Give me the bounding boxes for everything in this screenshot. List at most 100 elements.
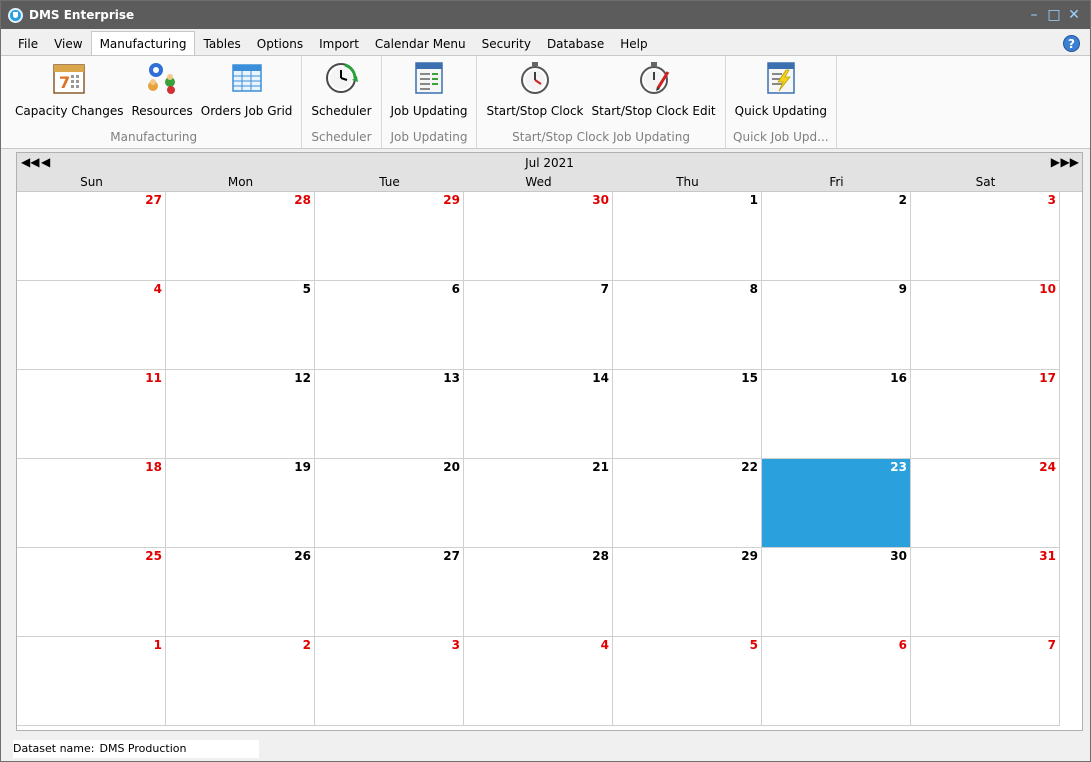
capacity-changes-button[interactable]: 7 Capacity Changes — [11, 56, 127, 130]
help-icon[interactable]: ? — [1063, 35, 1080, 52]
ribbon-group-manufacturing: 7 Capacity Changes Resources Orders Job Gri… — [6, 56, 303, 148]
job-updating-label: Job Updating — [390, 104, 468, 118]
calendar-day[interactable]: 14 — [464, 370, 613, 459]
calendar-day[interactable]: 1 — [613, 192, 762, 281]
day-number: 22 — [741, 460, 758, 474]
day-number: 21 — [592, 460, 609, 474]
calendar-day[interactable]: 3 — [315, 637, 464, 726]
dataset-label: Dataset name: — [13, 742, 95, 755]
document-list-icon — [411, 60, 447, 96]
calendar-day[interactable]: 13 — [315, 370, 464, 459]
job-updating-button[interactable]: Job Updating — [387, 56, 472, 130]
capacity-changes-label: Capacity Changes — [15, 104, 124, 118]
orders-job-grid-button[interactable]: Orders Job Grid — [197, 56, 297, 130]
start-stop-clock-label: Start/Stop Clock — [486, 104, 584, 118]
calendar-day[interactable]: 6 — [315, 281, 464, 370]
calendar-day[interactable]: 16 — [762, 370, 911, 459]
calendar-grid: 27 28 29 30 1 2 3 4 5 6 7 8 9 10 11 12 13 14 15 16 17 18 19 20 2… — [17, 191, 1082, 726]
calendar-day[interactable]: 22 — [613, 459, 762, 548]
calendar-day[interactable]: 12 — [166, 370, 315, 459]
day-number: 30 — [592, 193, 609, 207]
calendar-day[interactable]: 30 — [762, 548, 911, 637]
calendar-day[interactable]: 27 — [315, 548, 464, 637]
ribbon-group-job-updating: Job Updating Job Updating — [382, 56, 478, 148]
calendar-day[interactable]: 31 — [911, 548, 1060, 637]
ribbon-group-scheduler: Scheduler Scheduler — [302, 56, 382, 148]
day-number: 12 — [294, 371, 311, 385]
quick-updating-button[interactable]: Quick Updating — [731, 56, 831, 130]
menu-calendar-menu[interactable]: Calendar Menu — [367, 33, 474, 55]
scheduler-button[interactable]: Scheduler — [307, 56, 375, 130]
calendar-day[interactable]: 24 — [911, 459, 1060, 548]
calendar-day[interactable]: 29 — [315, 192, 464, 281]
calendar-day[interactable]: 15 — [613, 370, 762, 459]
close-icon[interactable]: ✕ — [1064, 5, 1084, 25]
menu-view[interactable]: View — [46, 33, 90, 55]
calendar-day[interactable]: 17 — [911, 370, 1060, 459]
calendar-day[interactable]: 21 — [464, 459, 613, 548]
calendar-day[interactable]: 5 — [613, 637, 762, 726]
ribbon-group-label: Manufacturing — [110, 130, 198, 144]
calendar-day[interactable]: 7 — [911, 637, 1060, 726]
calendar-day[interactable]: 26 — [166, 548, 315, 637]
calendar-day[interactable]: 7 — [464, 281, 613, 370]
day-number: 19 — [294, 460, 311, 474]
calendar-day[interactable]: 6 — [762, 637, 911, 726]
day-number: 23 — [890, 460, 907, 474]
day-number: 1 — [153, 638, 162, 652]
calendar-day[interactable]: 18 — [17, 459, 166, 548]
calendar: ◀◀ ◀ Jul 2021 ▶ ▶▶ Sun Mon Tue Wed Thu Fri Sat… — [16, 152, 1083, 731]
day-header-wed: Wed — [525, 175, 552, 189]
resources-button[interactable]: Resources — [127, 56, 196, 130]
start-stop-clock-edit-button[interactable]: Start/Stop Clock Edit — [588, 56, 720, 130]
calendar-day[interactable]: 28 — [166, 192, 315, 281]
day-number: 18 — [145, 460, 162, 474]
day-number: 4 — [153, 282, 162, 296]
calendar-day[interactable]: 11 — [17, 370, 166, 459]
menu-database[interactable]: Database — [539, 33, 612, 55]
minimize-icon[interactable]: – — [1024, 5, 1044, 25]
calendar-day[interactable]: 3 — [911, 192, 1060, 281]
calendar-day[interactable]: 5 — [166, 281, 315, 370]
calendar-day[interactable]: 1 — [17, 637, 166, 726]
day-number: 1 — [749, 193, 758, 207]
previous-month-icon[interactable]: ◀ — [41, 155, 50, 169]
calendar-day[interactable]: 20 — [315, 459, 464, 548]
menu-manufacturing[interactable]: Manufacturing — [90, 31, 196, 55]
calendar-nav-bar: ◀◀ ◀ Jul 2021 ▶ ▶▶ — [17, 153, 1082, 173]
menu-tables[interactable]: Tables — [195, 33, 248, 55]
calendar-day[interactable]: 29 — [613, 548, 762, 637]
calendar-day[interactable]: 9 — [762, 281, 911, 370]
next-month-icon[interactable]: ▶ — [1051, 155, 1060, 169]
next-year-icon[interactable]: ▶▶ — [1061, 155, 1079, 169]
maximize-icon[interactable]: □ — [1044, 5, 1064, 25]
day-number: 29 — [443, 193, 460, 207]
calendar-day-selected[interactable]: 23 — [762, 459, 911, 548]
ribbon-group-quick-job-upd: Quick Updating Quick Job Upd... — [726, 56, 838, 148]
menu-file[interactable]: File — [10, 33, 46, 55]
day-number: 31 — [1039, 549, 1056, 563]
day-number: 20 — [443, 460, 460, 474]
calendar-day[interactable]: 25 — [17, 548, 166, 637]
calendar-day[interactable]: 2 — [762, 192, 911, 281]
calendar-day[interactable]: 10 — [911, 281, 1060, 370]
calendar-day[interactable]: 19 — [166, 459, 315, 548]
start-stop-clock-button[interactable]: Start/Stop Clock — [482, 56, 587, 130]
day-number: 8 — [749, 282, 758, 296]
calendar-day[interactable]: 2 — [166, 637, 315, 726]
calendar-day[interactable]: 4 — [17, 281, 166, 370]
calendar-day[interactable]: 8 — [613, 281, 762, 370]
day-header-sat: Sat — [975, 175, 996, 189]
previous-year-icon[interactable]: ◀◀ — [21, 155, 39, 169]
calendar-day[interactable]: 4 — [464, 637, 613, 726]
menu-options[interactable]: Options — [249, 33, 311, 55]
menu-help[interactable]: Help — [612, 33, 655, 55]
calendar-day[interactable]: 28 — [464, 548, 613, 637]
day-number: 13 — [443, 371, 460, 385]
calendar-day[interactable]: 30 — [464, 192, 613, 281]
day-number: 30 — [890, 549, 907, 563]
calendar-day[interactable]: 27 — [17, 192, 166, 281]
day-number: 24 — [1039, 460, 1056, 474]
menu-security[interactable]: Security — [474, 33, 539, 55]
menu-import[interactable]: Import — [311, 33, 367, 55]
